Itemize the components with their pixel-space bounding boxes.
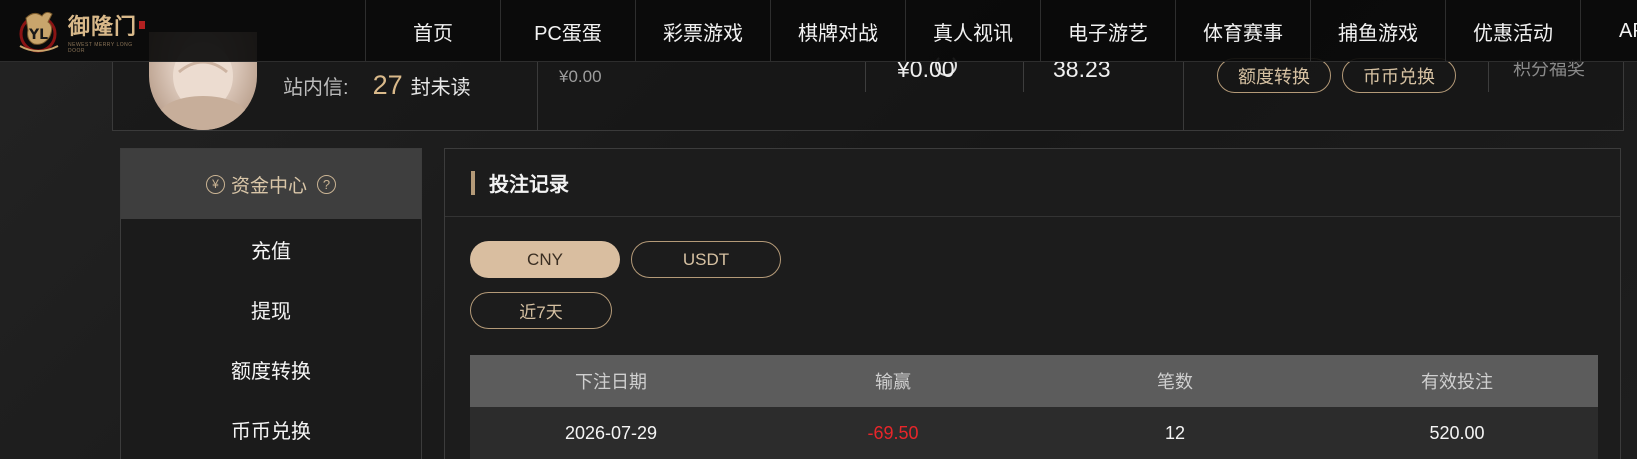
column-header-count[interactable]: 笔数: [1034, 368, 1316, 394]
sidebar: ¥ 资金中心 ? 充值 提现 额度转换 币币兑换: [120, 148, 422, 459]
title-accent-bar: [471, 170, 475, 195]
nav-item-sports[interactable]: 体育赛事: [1175, 0, 1310, 62]
unread-count: 27: [372, 70, 403, 100]
range-7-days[interactable]: 近7天: [470, 292, 612, 329]
divider: [537, 62, 538, 131]
nav-item-promotions[interactable]: 优惠活动: [1445, 0, 1580, 62]
cell-valid-bet: 520.00: [1429, 422, 1485, 443]
brand-subtitle: NEWEST MERRY LONG DOOR: [68, 41, 133, 54]
inbox-label: 站内信:: [283, 77, 349, 99]
column-header-valid-bet[interactable]: 有效投注: [1316, 368, 1598, 394]
sidebar-item-transfer[interactable]: 额度转换: [121, 339, 421, 399]
transfer-button[interactable]: 额度转换: [1217, 58, 1331, 93]
unread-suffix: 封未读: [410, 77, 471, 99]
dragon-logo-icon: YL: [16, 6, 66, 56]
page-title: 投注记录: [489, 174, 569, 196]
nav-item-fishing[interactable]: 捕鱼游戏: [1310, 0, 1445, 62]
top-nav: YL 御隆门 NEWEST MERRY LONG DOOR 首页 PC蛋蛋 彩票…: [0, 0, 1637, 62]
cell-date: 2026-07-29: [564, 422, 658, 443]
sidebar-item-withdraw[interactable]: 提现: [121, 279, 421, 339]
sidebar-header: ¥ 资金中心 ?: [121, 149, 421, 219]
inbox-summary[interactable]: 站内信: 27 封未读: [283, 70, 471, 101]
nav-item-slots[interactable]: 电子游艺: [1040, 0, 1175, 62]
table-row[interactable]: 2026-07-29 -69.50 12 520.00: [470, 407, 1598, 459]
main-menu: 首页 PC蛋蛋 彩票游戏 棋牌对战 真人视讯 电子游艺 体育赛事 捕鱼游戏 优惠…: [365, 0, 1637, 62]
cell-count: 12: [1164, 422, 1186, 443]
divider: [1488, 62, 1489, 92]
nav-item-home[interactable]: 首页: [365, 0, 500, 62]
bet-records-table: 下注日期 输赢 笔数 有效投注 2026-07-29 -69.50 12 520…: [470, 355, 1598, 459]
yen-icon: ¥: [205, 174, 225, 194]
tab-cny[interactable]: CNY: [470, 241, 620, 278]
sidebar-item-deposit[interactable]: 充值: [121, 219, 421, 279]
sidebar-title: 资金中心: [230, 175, 307, 197]
account-summary: 站内信: 27 封未读 ¥0.00 ¥0.00 38.23 额度转换 币币兑换 …: [112, 32, 1624, 131]
divider: [1023, 62, 1024, 92]
nav-item-pc-dandan[interactable]: PC蛋蛋: [500, 0, 635, 62]
nav-item-app[interactable]: APP: [1580, 0, 1637, 62]
sidebar-item-exchange[interactable]: 币币兑换: [121, 399, 421, 459]
wallet-balance: ¥0.00: [559, 67, 602, 86]
brand-name: 御隆门: [68, 13, 138, 40]
column-header-win-loss[interactable]: 输赢: [752, 368, 1034, 394]
tab-usdt[interactable]: USDT: [631, 241, 781, 278]
seal-icon: [139, 20, 146, 29]
cell-win-loss: -69.50: [867, 422, 919, 443]
logo[interactable]: YL 御隆门 NEWEST MERRY LONG DOOR: [16, 6, 146, 56]
nav-item-chess-cards[interactable]: 棋牌对战: [770, 0, 905, 62]
bet-records-panel: 投注记录 CNY USDT 近7天 下注日期 输赢 笔数 有效投注 2026-0…: [444, 148, 1621, 459]
exchange-button[interactable]: 币币兑换: [1342, 58, 1456, 93]
divider: [865, 62, 866, 92]
nav-item-lottery[interactable]: 彩票游戏: [635, 0, 770, 62]
help-icon[interactable]: ?: [317, 174, 336, 194]
column-header-date[interactable]: 下注日期: [470, 368, 752, 394]
table-header: 下注日期 输赢 笔数 有效投注: [470, 355, 1598, 407]
panel-header: 投注记录: [445, 149, 1620, 217]
divider: [1183, 62, 1184, 131]
svg-text:YL: YL: [28, 27, 48, 43]
nav-item-live-casino[interactable]: 真人视讯: [905, 0, 1040, 62]
